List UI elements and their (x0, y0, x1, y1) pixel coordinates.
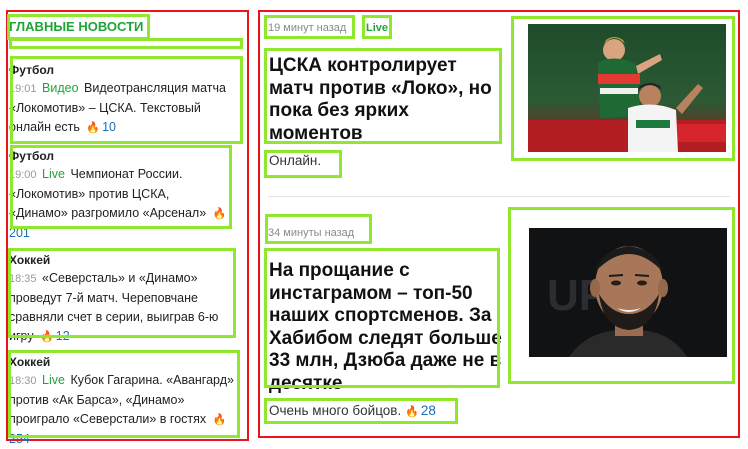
article-1-subtext-box (264, 150, 342, 178)
news-item-4-box (8, 350, 240, 438)
football-players-photo[interactable] (528, 24, 726, 152)
article-2-subtext-box (264, 398, 458, 424)
article-2-time-box (265, 214, 372, 244)
divider-highlight (9, 38, 243, 49)
article-1-time-box (264, 15, 355, 39)
title-highlight (7, 14, 150, 40)
news-item-2-box (10, 145, 232, 229)
article-1-live-box (362, 15, 392, 39)
fighter-portrait-photo[interactable]: UF (529, 228, 727, 357)
article-divider (268, 196, 730, 197)
news-item-3-box (8, 248, 236, 338)
article-2-headline-box (264, 248, 500, 388)
article-1-headline-box (264, 48, 502, 144)
news-item-1-box (10, 56, 243, 144)
